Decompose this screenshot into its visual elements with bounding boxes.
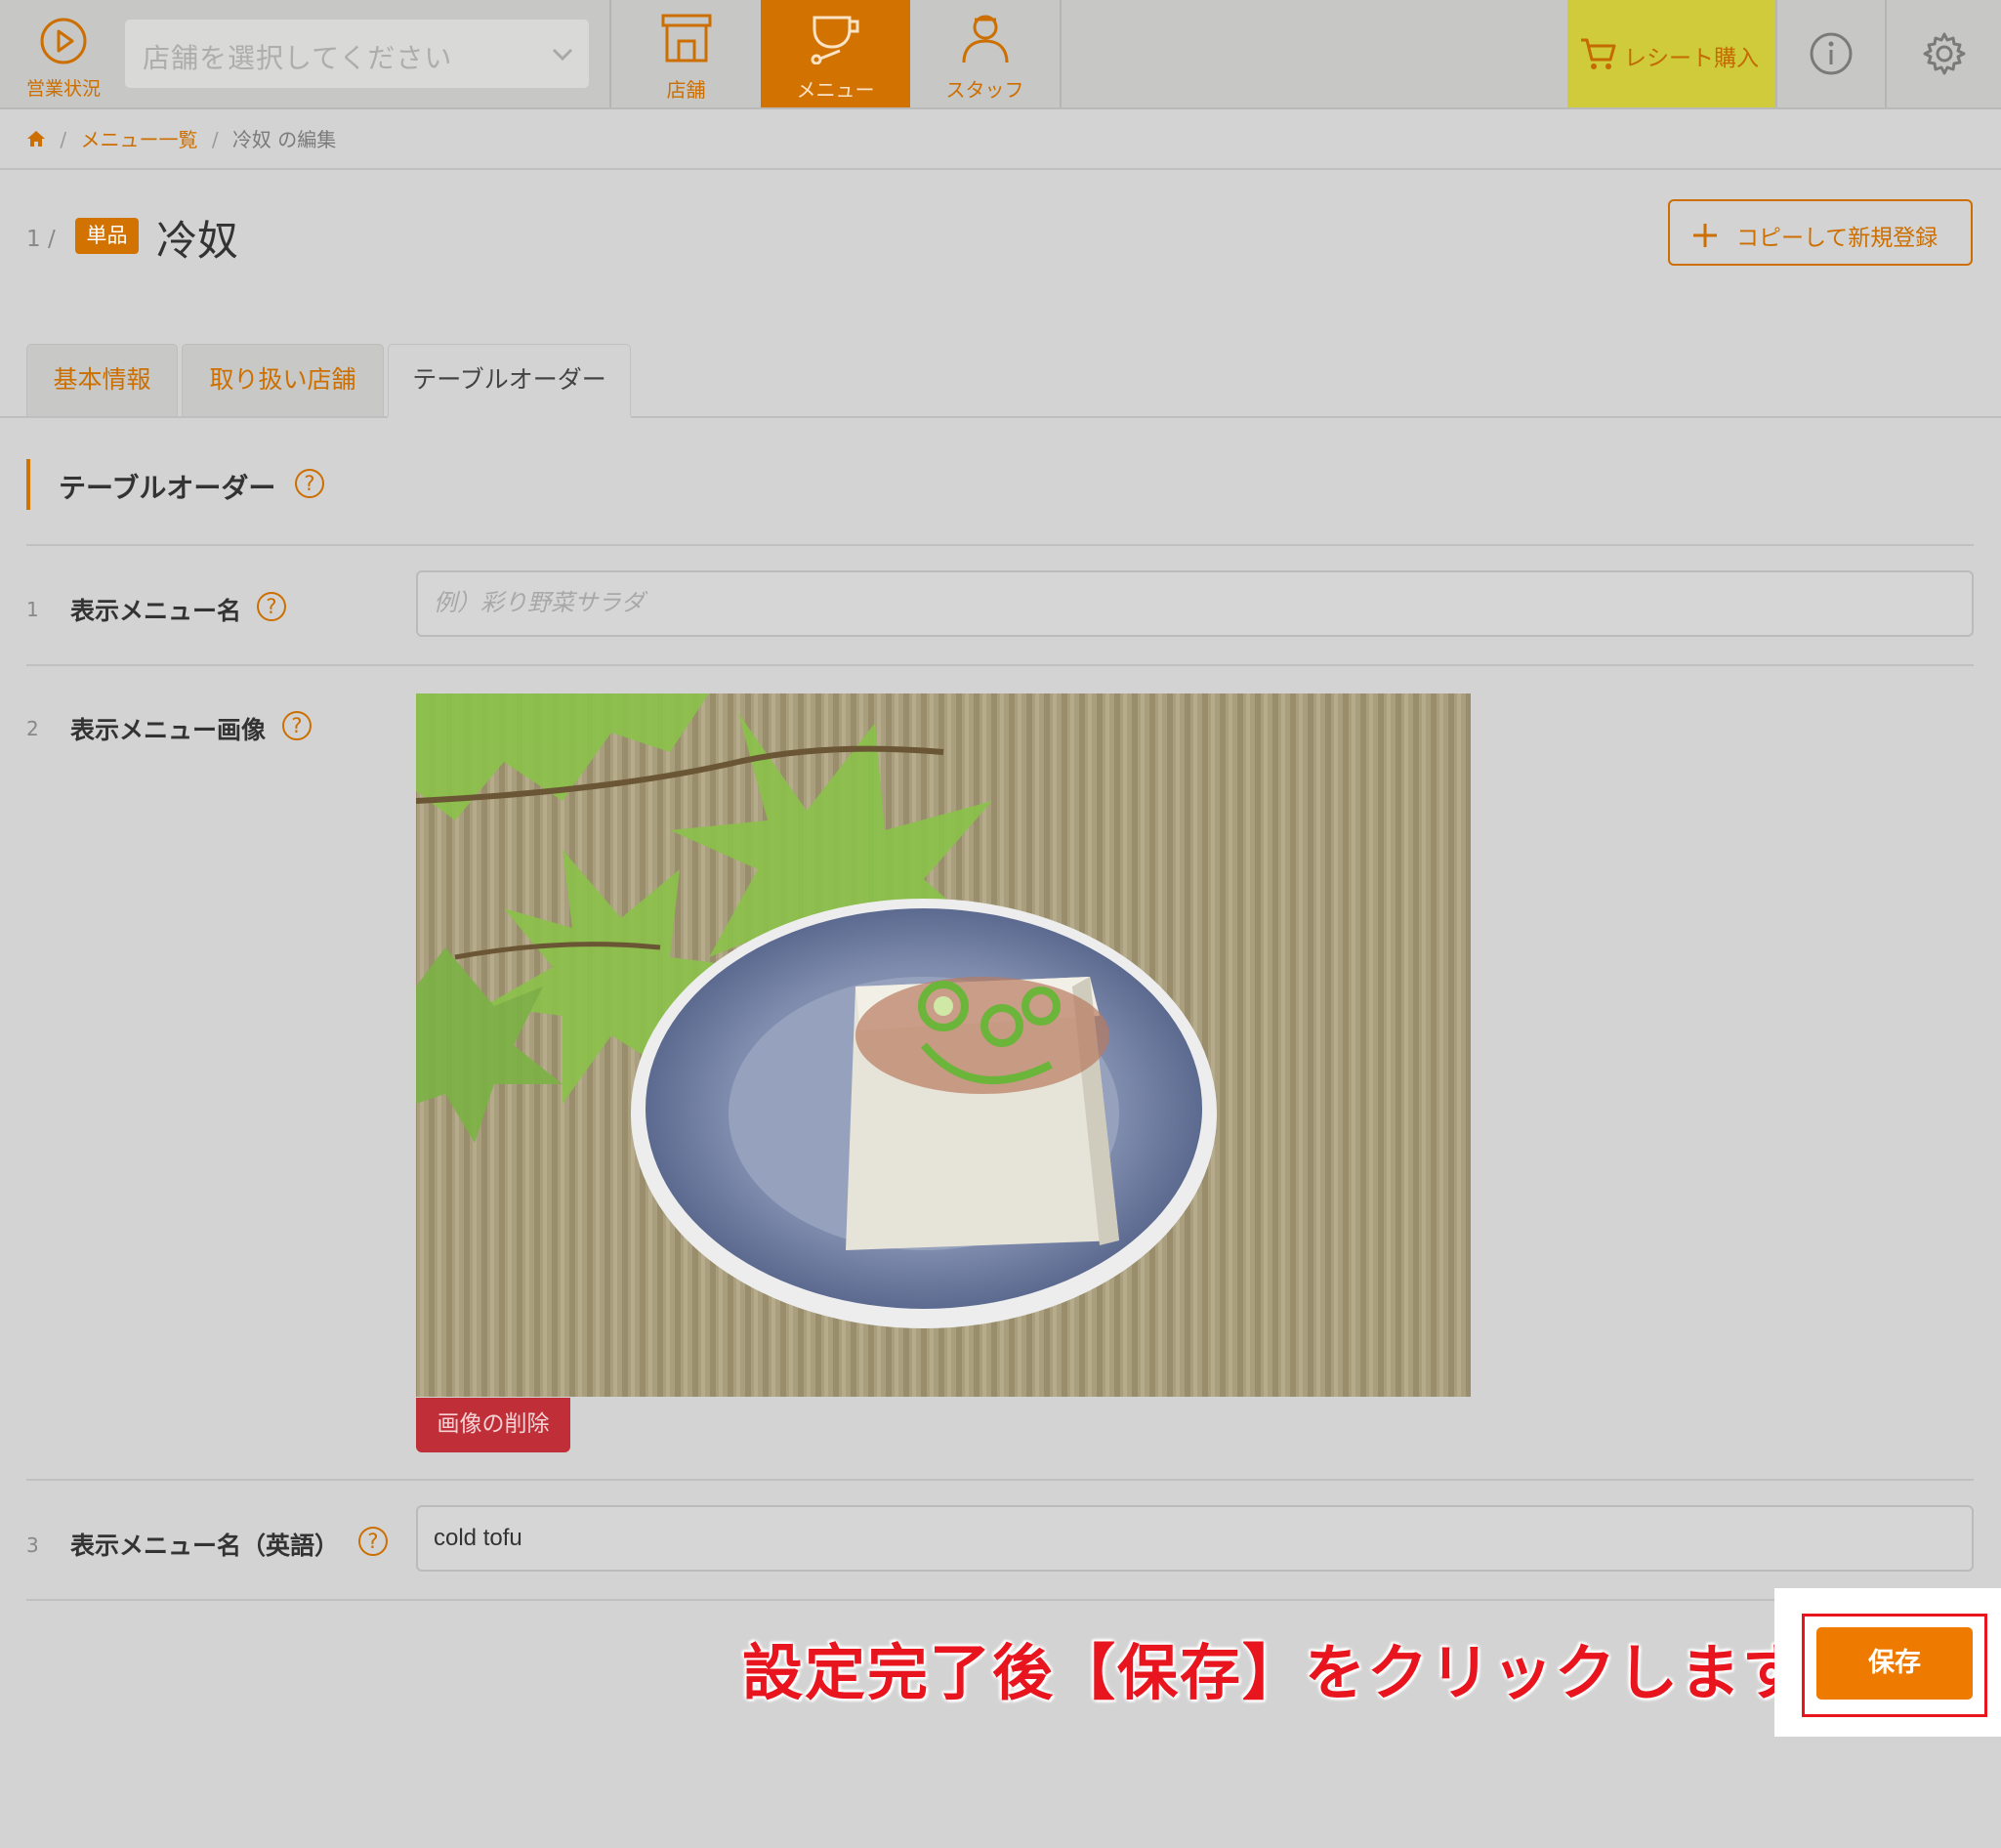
breadcrumb-separator: /	[60, 128, 67, 151]
nav-item-staff[interactable]: スタッフ	[910, 0, 1060, 107]
display-menu-name-label: 表示メニュー名	[70, 597, 242, 625]
nav-item-staff-label: スタッフ	[945, 78, 1024, 102]
section-divider	[26, 544, 1974, 546]
receipt-purchase-label: レシート購入	[1624, 46, 1759, 71]
business-status-button[interactable]: 営業状況	[0, 0, 127, 107]
store-select-placeholder: 店舗を選択してください	[143, 42, 453, 74]
cart-icon	[1581, 38, 1616, 69]
menu-image-cold-tofu	[416, 693, 1471, 1397]
display-menu-name-english-input[interactable]: cold tofu	[416, 1505, 1974, 1572]
settings-button[interactable]	[1887, 0, 2001, 107]
section-accent-bar	[26, 459, 30, 510]
nav-item-store-label: 店舗	[666, 78, 706, 102]
help-icon[interactable]: ?	[295, 469, 324, 498]
instruction-callout: 設定完了後【保存】をクリックします	[742, 1637, 1806, 1708]
page-title: 冷奴	[156, 217, 239, 265]
menu-cup-icon	[811, 16, 858, 64]
field-divider	[26, 664, 1974, 666]
breadcrumb-current: 冷奴 の編集	[231, 128, 337, 151]
breadcrumb-menu-list[interactable]: メニュー一覧	[80, 128, 197, 151]
nav-divider	[1060, 0, 1062, 107]
save-button[interactable]: 保存	[1816, 1627, 1973, 1700]
chevron-down-icon	[552, 48, 573, 62]
info-button[interactable]	[1777, 0, 1885, 107]
field-number: 1	[26, 598, 39, 621]
breadcrumb: / メニュー一覧 / 冷奴 の編集	[26, 124, 336, 152]
display-menu-image-label: 表示メニュー画像	[70, 716, 267, 744]
breadcrumb-divider	[0, 168, 2001, 170]
nav-item-store[interactable]: 店舗	[611, 0, 761, 107]
section-title: テーブルオーダー	[59, 472, 276, 504]
home-icon[interactable]	[26, 129, 46, 148]
store-select[interactable]: 店舗を選択してください	[125, 20, 589, 88]
help-icon[interactable]: ?	[282, 711, 312, 740]
breadcrumb-separator: /	[211, 128, 219, 151]
tab-handling-stores[interactable]: 取り扱い店舗	[182, 344, 384, 416]
tab-table-order[interactable]: テーブルオーダー	[388, 344, 631, 418]
delete-image-button[interactable]: 画像の削除	[416, 1398, 570, 1452]
play-circle-icon	[40, 18, 87, 64]
field-number: 2	[26, 717, 39, 740]
help-icon[interactable]: ?	[257, 592, 286, 621]
staff-person-icon	[962, 15, 1008, 63]
business-status-label: 営業状況	[25, 78, 101, 100]
gear-icon	[1923, 32, 1965, 75]
copy-register-label: コピーして新規登録	[1736, 226, 1938, 251]
page-index: 1 /	[26, 227, 56, 252]
field-divider	[26, 1479, 1974, 1481]
field-number: 3	[26, 1533, 39, 1557]
active-tab-gap	[388, 416, 631, 418]
help-icon[interactable]: ?	[358, 1527, 388, 1556]
tab-baseline	[0, 416, 2001, 418]
field-divider	[26, 1599, 1974, 1601]
copy-register-button[interactable]: コピーして新規登録	[1668, 199, 1973, 266]
info-icon	[1810, 32, 1853, 75]
top-navigation: 営業状況 店舗を選択してください 店舗 メニュー スタッフ レシート購入	[0, 0, 2001, 109]
plus-icon	[1693, 224, 1717, 247]
display-menu-name-input[interactable]: 例）彩り野菜サラダ	[416, 570, 1974, 637]
type-badge: 単品	[75, 218, 139, 254]
tab-basic-info[interactable]: 基本情報	[26, 344, 178, 416]
display-menu-name-english-label: 表示メニュー名（英語）	[70, 1532, 340, 1560]
nav-item-menu[interactable]: メニュー	[761, 0, 910, 107]
nav-item-menu-label: メニュー	[796, 78, 875, 102]
cold-tofu-photo	[416, 693, 1471, 1397]
receipt-purchase-button[interactable]: レシート購入	[1567, 0, 1775, 107]
store-icon	[661, 14, 711, 63]
